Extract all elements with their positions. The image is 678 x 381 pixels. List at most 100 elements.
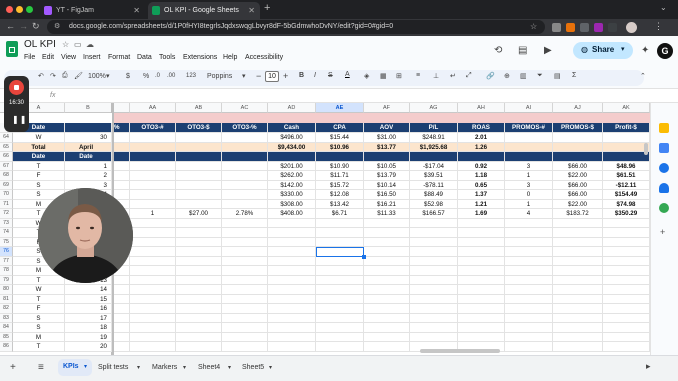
- table-cell[interactable]: [130, 285, 176, 295]
- table-cell[interactable]: [505, 256, 553, 266]
- add-addon-icon[interactable]: +: [660, 227, 665, 237]
- table-cell[interactable]: [268, 304, 316, 314]
- table-cell[interactable]: [410, 256, 458, 266]
- fill-color-icon[interactable]: ◈: [364, 72, 369, 80]
- table-cell[interactable]: $48.96: [603, 161, 650, 171]
- table-cell[interactable]: [553, 266, 603, 276]
- table-cell[interactable]: 2: [65, 171, 112, 181]
- table-cell[interactable]: [553, 133, 603, 143]
- table-cell[interactable]: [458, 294, 505, 304]
- table-cell[interactable]: [130, 152, 176, 162]
- table-cell[interactable]: [176, 323, 222, 333]
- table-cell[interactable]: [176, 256, 222, 266]
- maximize-window-button[interactable]: [26, 6, 33, 13]
- sheet-tab-kpis[interactable]: KPIs ▾: [58, 359, 92, 376]
- table-cell[interactable]: [176, 294, 222, 304]
- font-size-decrease-button[interactable]: −: [256, 71, 261, 81]
- table-cell[interactable]: $74.98: [603, 199, 650, 209]
- table-cell[interactable]: [114, 285, 130, 295]
- menu-format[interactable]: Format: [108, 54, 130, 61]
- header-cell[interactable]: [65, 123, 112, 133]
- table-cell[interactable]: [410, 152, 458, 162]
- table-cell[interactable]: [130, 294, 176, 304]
- calendar-icon[interactable]: [659, 143, 669, 153]
- table-cell[interactable]: [114, 313, 130, 323]
- column-header[interactable]: AD: [268, 103, 316, 113]
- borders-icon[interactable]: ▦: [380, 72, 387, 80]
- table-cell[interactable]: [176, 342, 222, 352]
- back-icon[interactable]: ←: [6, 21, 15, 31]
- table-cell[interactable]: [603, 133, 650, 143]
- row-header[interactable]: 75: [0, 237, 13, 247]
- table-cell[interactable]: [176, 142, 222, 152]
- font-size-input[interactable]: 10: [265, 71, 279, 82]
- table-cell[interactable]: [603, 228, 650, 238]
- header-cell[interactable]: AOV: [364, 123, 410, 133]
- increase-decimal-button[interactable]: .00: [167, 73, 175, 79]
- table-cell[interactable]: 16: [65, 304, 112, 314]
- table-cell[interactable]: 1.37: [458, 190, 505, 200]
- table-cell[interactable]: [222, 266, 268, 276]
- table-cell[interactable]: W: [13, 133, 65, 143]
- row-header[interactable]: 81: [0, 294, 13, 304]
- vertical-scrollbar-thumb[interactable]: [644, 143, 648, 155]
- table-cell[interactable]: [222, 152, 268, 162]
- profile-avatar[interactable]: [626, 22, 637, 33]
- table-cell[interactable]: 1.18: [458, 171, 505, 181]
- table-cell[interactable]: [268, 266, 316, 276]
- table-cell[interactable]: T: [13, 161, 65, 171]
- table-cell[interactable]: [553, 237, 603, 247]
- table-cell[interactable]: [458, 275, 505, 285]
- table-cell[interactable]: [268, 237, 316, 247]
- table-cell[interactable]: -$17.04: [410, 161, 458, 171]
- table-cell[interactable]: [176, 228, 222, 238]
- table-cell[interactable]: [316, 266, 364, 276]
- font-select[interactable]: Poppins: [207, 73, 232, 80]
- table-cell[interactable]: 17: [65, 313, 112, 323]
- table-cell[interactable]: [130, 256, 176, 266]
- more-menu-icon[interactable]: ⋮: [654, 21, 663, 32]
- table-cell[interactable]: [222, 199, 268, 209]
- table-cell[interactable]: [222, 256, 268, 266]
- collapse-toolbar-icon[interactable]: ⌃: [640, 72, 646, 80]
- table-cell[interactable]: 3: [505, 180, 553, 190]
- browser-tab-figjam[interactable]: YT - FigJam ✕: [40, 2, 145, 19]
- table-cell[interactable]: [114, 152, 130, 162]
- table-cell[interactable]: [114, 323, 130, 333]
- table-cell[interactable]: [222, 180, 268, 190]
- table-cell[interactable]: $15.44: [316, 133, 364, 143]
- header-cell[interactable]: P/L: [410, 123, 458, 133]
- table-cell[interactable]: [130, 142, 176, 152]
- table-cell[interactable]: [222, 247, 268, 257]
- table-cell[interactable]: [458, 237, 505, 247]
- filter-icon[interactable]: ⏷: [537, 72, 543, 80]
- table-cell[interactable]: W: [13, 285, 65, 295]
- table-cell[interactable]: 3: [505, 161, 553, 171]
- chevron-down-icon[interactable]: ▾: [84, 363, 87, 370]
- table-cell[interactable]: M: [13, 332, 65, 342]
- table-cell[interactable]: [114, 332, 130, 342]
- column-header[interactable]: AH: [458, 103, 505, 113]
- table-cell[interactable]: [410, 304, 458, 314]
- table-cell[interactable]: [114, 304, 130, 314]
- chevron-down-icon[interactable]: ▾: [137, 364, 140, 371]
- table-cell[interactable]: [130, 180, 176, 190]
- table-cell[interactable]: [458, 285, 505, 295]
- table-cell[interactable]: [364, 313, 410, 323]
- table-cell[interactable]: -$78.11: [410, 180, 458, 190]
- table-cell[interactable]: 1: [505, 199, 553, 209]
- table-cell[interactable]: $39.51: [410, 171, 458, 181]
- table-cell[interactable]: [268, 332, 316, 342]
- table-cell[interactable]: [130, 190, 176, 200]
- table-cell[interactable]: $350.29: [603, 209, 650, 219]
- table-cell[interactable]: [553, 152, 603, 162]
- chevron-down-icon[interactable]: ▾: [621, 45, 625, 53]
- table-cell[interactable]: [410, 285, 458, 295]
- header-cell[interactable]: PROMOS-#: [505, 123, 553, 133]
- table-cell[interactable]: [505, 294, 553, 304]
- table-cell[interactable]: [316, 313, 364, 323]
- table-cell[interactable]: [130, 228, 176, 238]
- table-cell[interactable]: [176, 152, 222, 162]
- table-cell[interactable]: [176, 266, 222, 276]
- column-header[interactable]: B: [65, 103, 112, 113]
